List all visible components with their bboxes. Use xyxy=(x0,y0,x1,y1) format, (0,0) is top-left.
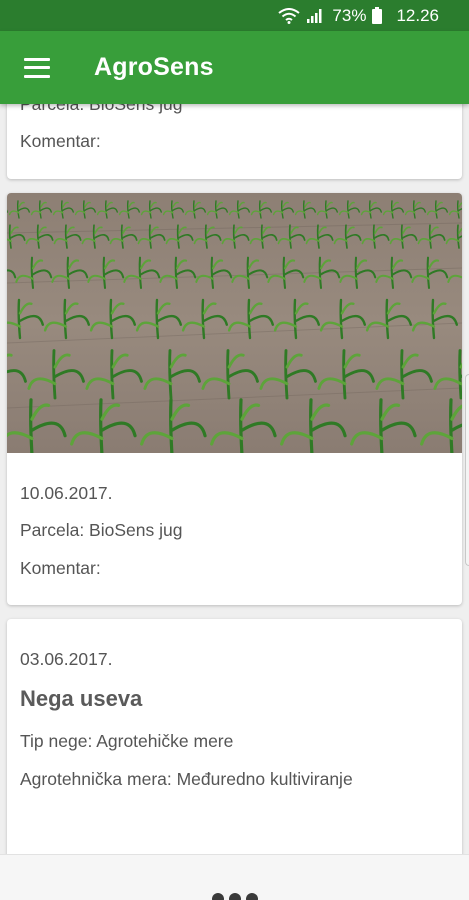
signal-icon xyxy=(306,8,324,24)
battery-percent: 73% xyxy=(332,5,367,25)
care-type-text: Tip nege: Agrotehičke mere xyxy=(20,731,234,751)
comment-label: Komentar: xyxy=(20,558,101,578)
scroll-handle[interactable] xyxy=(465,374,469,566)
parcel-text: Parcela: BioSens jug xyxy=(20,104,183,114)
feed-card[interactable]: 10.06.2017. Parcela: BioSens jug Komenta… xyxy=(7,193,462,605)
comment-label: Komentar: xyxy=(20,131,101,151)
app-title: AgroSens xyxy=(94,53,214,81)
hamburger-menu-icon[interactable] xyxy=(24,57,50,78)
feed-list[interactable]: Parcela: BioSens jug Komentar: 10.06.201… xyxy=(0,104,469,854)
wifi-icon xyxy=(278,7,301,24)
feed-card[interactable]: 03.06.2017. Nega useva Tip nege: Agroteh… xyxy=(7,619,462,854)
measure-text: Agrotehnička mera: Međuredno kultiviranj… xyxy=(20,769,353,789)
status-bar: 73% 12.26 xyxy=(0,0,469,31)
corn-field-photo xyxy=(7,193,462,453)
app-bar: AgroSens xyxy=(0,31,469,104)
date-text: 03.06.2017. xyxy=(20,649,113,669)
date-text: 10.06.2017. xyxy=(20,483,113,503)
app-screen: 73% 12.26 AgroSens Parcela: BioSens jug … xyxy=(0,0,469,900)
more-dots-icon[interactable] xyxy=(212,893,258,900)
feed-card[interactable]: Parcela: BioSens jug Komentar: xyxy=(7,104,462,179)
parcel-text: Parcela: BioSens jug xyxy=(20,520,183,540)
battery-icon xyxy=(372,7,383,24)
bottom-bar xyxy=(0,854,469,900)
clock: 12.26 xyxy=(396,5,439,25)
card-heading: Nega useva xyxy=(20,686,143,711)
